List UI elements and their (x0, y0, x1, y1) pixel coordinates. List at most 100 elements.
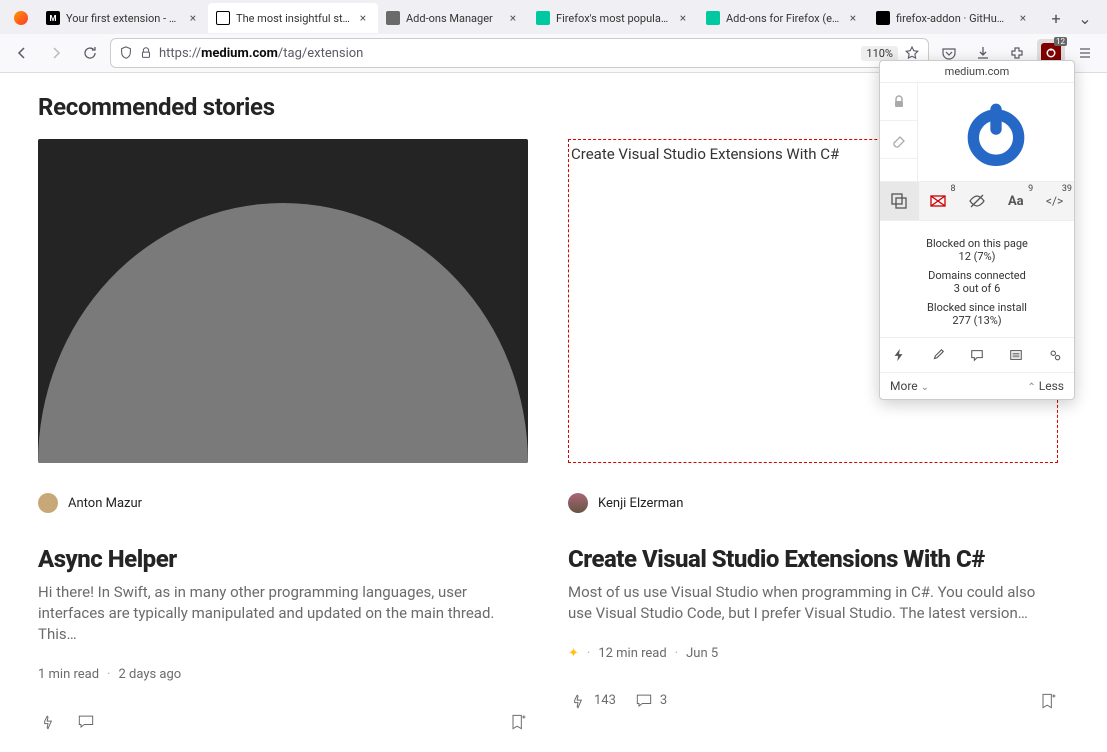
meta-row: ✦ · 12 min read · Jun 5 (568, 646, 1058, 661)
tab-close[interactable]: × (1016, 11, 1030, 25)
tab-3[interactable]: Firefox's most popular and inno… × (528, 3, 698, 33)
eyedropper-icon (931, 348, 945, 362)
stat-install-val: 277 (13%) (886, 314, 1068, 327)
author-row[interactable]: Anton Mazur (38, 493, 528, 513)
clap-button[interactable] (38, 712, 58, 732)
comment-icon (634, 691, 654, 711)
tab-close[interactable]: × (356, 11, 370, 25)
font-icon: Aa (1008, 194, 1024, 209)
stat-domains-label: Domains connected (886, 269, 1068, 282)
tab-close[interactable]: × (506, 11, 520, 25)
power-icon (962, 93, 1030, 171)
firefox-icon (14, 11, 28, 25)
lock-mode-button[interactable] (880, 83, 917, 121)
tab-close[interactable]: × (846, 11, 860, 25)
meta-separator: · (675, 646, 678, 661)
chevron-up-icon: ⌃ (1027, 382, 1035, 393)
panel-stats: Blocked on this page 12 (7%) Domains con… (880, 221, 1074, 337)
tab-title: The most insightful stories abo… (236, 12, 350, 25)
logger-button[interactable] (996, 338, 1035, 372)
clap-icon (568, 691, 588, 711)
comment-count: 3 (660, 693, 667, 708)
bookmark-star-icon[interactable] (904, 45, 920, 61)
panel-sidebar (880, 83, 918, 181)
avatar (568, 493, 588, 513)
author-row[interactable]: Kenji Elzerman (568, 493, 1058, 513)
clap-count: 143 (594, 693, 616, 708)
tab-1-active[interactable]: The most insightful stories abo… × (208, 3, 378, 33)
forward-button[interactable] (42, 39, 70, 67)
block-fonts-button[interactable]: Aa 9 (996, 182, 1035, 220)
medium-favicon (216, 11, 230, 25)
new-tab-button[interactable]: + (1042, 4, 1070, 32)
font-count: 9 (1028, 184, 1033, 194)
lock-icon (891, 94, 907, 110)
comment-button[interactable]: 3 (634, 691, 667, 711)
block-scripts-button[interactable]: </> 39 (1035, 182, 1074, 220)
gears-icon (1048, 348, 1062, 362)
more-button[interactable]: More ⌄ (890, 379, 929, 393)
comment-button[interactable] (76, 712, 96, 732)
author-name: Kenji Elzerman (598, 496, 683, 511)
tab-4[interactable]: Add-ons for Firefox (en-US) × (698, 3, 868, 33)
url-bar[interactable]: https://medium.com/tag/extension 110% (110, 38, 929, 68)
ublock-badge: 12 (1054, 37, 1067, 46)
read-time: 12 min read (598, 646, 666, 661)
app-menu-button[interactable] (1071, 39, 1099, 67)
tab-strip: M Your first extension - Mozilla | … × T… (0, 0, 1107, 34)
report-button[interactable] (958, 338, 997, 372)
power-toggle-button[interactable] (962, 93, 1030, 171)
lightning-icon (892, 348, 906, 362)
member-star-icon: ✦ (568, 646, 579, 661)
list-icon (1009, 348, 1023, 362)
bookmark-button[interactable] (1038, 691, 1058, 711)
panel-footer: More ⌄ ⌃ Less (880, 372, 1074, 399)
tab-title: Your first extension - Mozilla | … (66, 12, 180, 25)
tab-close[interactable]: × (186, 11, 200, 25)
picker-button[interactable] (919, 338, 958, 372)
avatar (38, 493, 58, 513)
power-area (918, 83, 1074, 181)
firefox-menu[interactable] (4, 3, 38, 33)
less-button[interactable]: ⌃ Less (1027, 379, 1064, 393)
read-time: 1 min read (38, 667, 99, 682)
zoom-indicator[interactable]: 110% (861, 46, 898, 61)
meta-row: 1 min read · 2 days ago (38, 667, 528, 682)
zap-button[interactable] (880, 338, 919, 372)
reload-button[interactable] (76, 39, 104, 67)
tab-5[interactable]: firefox-addon · GitHub Topics … × (868, 3, 1038, 33)
eraser-button[interactable] (880, 121, 917, 159)
block-media-button[interactable] (958, 182, 997, 220)
settings-button[interactable] (1035, 338, 1074, 372)
block-popup-button[interactable]: 8 (919, 182, 958, 220)
publish-date: Jun 5 (686, 646, 718, 661)
tab-close[interactable]: × (676, 11, 690, 25)
tab-overflow-button[interactable]: ⌄ (1071, 9, 1099, 28)
stat-blocked-label: Blocked on this page (886, 237, 1068, 250)
addons-favicon (386, 11, 400, 25)
bookmark-add-icon (1038, 691, 1058, 711)
tab-0[interactable]: M Your first extension - Mozilla | … × (38, 3, 208, 33)
story-title[interactable]: Create Visual Studio Extensions With C# (568, 545, 1058, 574)
mdn-favicon: M (46, 11, 60, 25)
back-button[interactable] (8, 39, 36, 67)
panel-tools-row2 (880, 337, 1074, 372)
script-icon: </> (1046, 194, 1063, 208)
bookmark-button[interactable] (508, 712, 528, 732)
amo-favicon (536, 11, 550, 25)
publish-date: 2 days ago (118, 667, 181, 682)
story-excerpt: Hi there! In Swift, as in many other pro… (38, 582, 528, 645)
actions-row (38, 712, 528, 732)
panel-domain: medium.com (880, 61, 1074, 83)
script-count: 39 (1062, 184, 1072, 194)
panel-tools-row1: 8 Aa 9 </> 39 (880, 181, 1074, 221)
story-card-1[interactable]: Anton Mazur Async Helper Hi there! In Sw… (38, 139, 528, 732)
clap-button[interactable]: 143 (568, 691, 616, 711)
tab-title: Add-ons for Firefox (en-US) (726, 12, 840, 25)
stat-install-label: Blocked since install (886, 301, 1068, 314)
tab-title: Firefox's most popular and inno… (556, 12, 670, 25)
popup-count: 8 (951, 184, 956, 194)
tab-2[interactable]: Add-ons Manager × (378, 3, 528, 33)
story-title[interactable]: Async Helper (38, 545, 528, 574)
block-element-button[interactable] (880, 182, 919, 220)
